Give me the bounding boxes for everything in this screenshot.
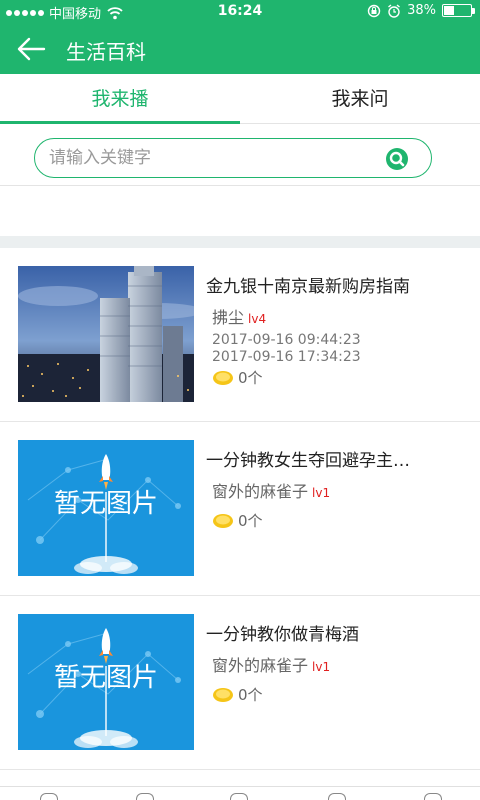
tab-ask[interactable]: 我来问 — [240, 74, 480, 124]
lock-rotation-icon — [367, 4, 381, 17]
search-icon[interactable] — [385, 147, 409, 171]
author-level: lv1 — [312, 660, 331, 674]
author-level: lv4 — [248, 312, 267, 326]
item-title: 一分钟教女生夺回避孕主… — [206, 451, 410, 471]
status-bar: 中国移动 16:24 38% — [0, 0, 480, 24]
no-image-label: 暂无图片 — [54, 489, 158, 519]
author-name: 窗外的麻雀子 — [212, 482, 309, 501]
item-date-end: 2017-09-16 17:34:23 — [212, 349, 361, 365]
nav-bar: 生活百科 — [0, 24, 480, 74]
tab-bar: 我来播 我来问 — [0, 74, 480, 124]
tab-profile-icon[interactable] — [424, 793, 442, 800]
author-name: 拂尘 — [212, 308, 245, 327]
tab-publish-icon[interactable] — [230, 793, 248, 800]
bottom-tab-bar — [0, 786, 480, 800]
item-author: 窗外的麻雀子 lv1 — [212, 652, 330, 676]
author-level: lv1 — [312, 486, 331, 500]
search-input[interactable] — [49, 147, 369, 169]
coin-icon — [213, 513, 233, 528]
item-author: 拂尘 lv4 — [212, 304, 266, 328]
list-item[interactable]: 金九银十南京最新购房指南 拂尘 lv4 2017-09-16 09:44:23 2… — [0, 248, 480, 422]
author-name: 窗外的麻雀子 — [212, 656, 309, 675]
battery-icon — [442, 4, 475, 17]
battery-percent: 38% — [407, 3, 436, 18]
search-area — [0, 124, 480, 186]
coin-icon — [213, 687, 233, 702]
search-box — [34, 138, 432, 178]
list-item[interactable]: 暂无图片 一分钟教你做青梅酒 窗外的麻雀子 lv1 0个 — [0, 596, 480, 770]
coin-value: 0个 — [238, 686, 263, 704]
coin-value: 0个 — [238, 512, 263, 530]
tab-broadcast[interactable]: 我来播 — [0, 74, 240, 124]
item-title: 金九银十南京最新购房指南 — [206, 277, 410, 297]
alarm-icon — [388, 3, 401, 18]
tab-message-icon[interactable] — [328, 793, 346, 800]
item-author: 窗外的麻雀子 lv1 — [212, 478, 330, 502]
status-right: 38% — [367, 3, 475, 18]
coin-icon — [213, 370, 233, 385]
item-title: 一分钟教你做青梅酒 — [206, 625, 359, 645]
back-button[interactable] — [14, 34, 48, 64]
coin-count: 0个 — [212, 510, 263, 531]
back-arrow-icon — [17, 37, 46, 61]
coin-count: 0个 — [212, 367, 263, 388]
list-item[interactable]: 暂无图片 一分钟教女生夺回避孕主… 窗外的麻雀子 lv1 0个 — [0, 422, 480, 596]
item-date-start: 2017-09-16 09:44:23 — [212, 332, 361, 348]
thumbnail-no-image: 暂无图片 — [18, 614, 194, 750]
coin-value: 0个 — [238, 369, 263, 387]
thumbnail-no-image: 暂无图片 — [18, 440, 194, 576]
tab-home-icon[interactable] — [40, 793, 58, 800]
coin-count: 0个 — [212, 684, 263, 705]
tab-category-icon[interactable] — [136, 793, 154, 800]
page-title: 生活百科 — [66, 40, 146, 64]
section-divider — [0, 236, 480, 248]
no-image-label: 暂无图片 — [54, 663, 158, 693]
thumbnail-city-photo — [18, 266, 194, 402]
